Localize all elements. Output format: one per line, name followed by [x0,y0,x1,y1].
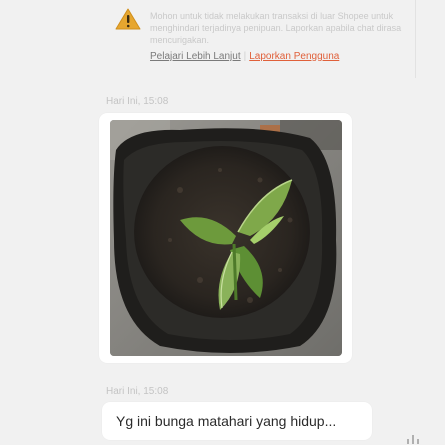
notice-text: Mohon untuk tidak melakukan transaksi di… [150,11,402,45]
message-timestamp: Hari Ini, 15:08 [106,96,169,107]
warning-icon [115,8,141,30]
link-separator: | [243,51,247,62]
message-text: Yg ini bunga matahari yang hidup... [116,413,337,429]
message-timestamp: Hari Ini, 15:08 [106,386,169,397]
image-message-bubble[interactable] [99,113,352,363]
notice-links: Pelajari Lebih Lanjut | Laporkan Pengguna [150,51,339,62]
safety-notice: Mohon untuk tidak melakukan transaksi di… [115,0,415,78]
divider [415,0,416,78]
message-photo[interactable] [110,120,342,356]
plant-photo-image [110,120,342,356]
chat-window: Mohon untuk tidak melakukan transaksi di… [0,0,445,445]
report-user-link[interactable]: Laporkan Pengguna [249,51,339,62]
learn-more-link[interactable]: Pelajari Lebih Lanjut [150,51,241,62]
text-message-bubble[interactable]: Yg ini bunga matahari yang hidup... [102,402,372,440]
read-status-icon [407,435,419,444]
